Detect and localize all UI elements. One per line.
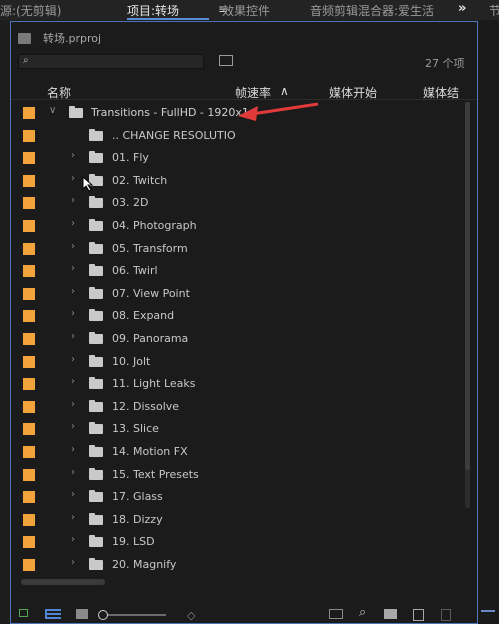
- annotation-arrow: [238, 102, 319, 121]
- annotation-arrow-shaft: [251, 102, 319, 116]
- annotation-arrow-head: [238, 106, 258, 121]
- mouse-cursor-icon: [82, 176, 94, 192]
